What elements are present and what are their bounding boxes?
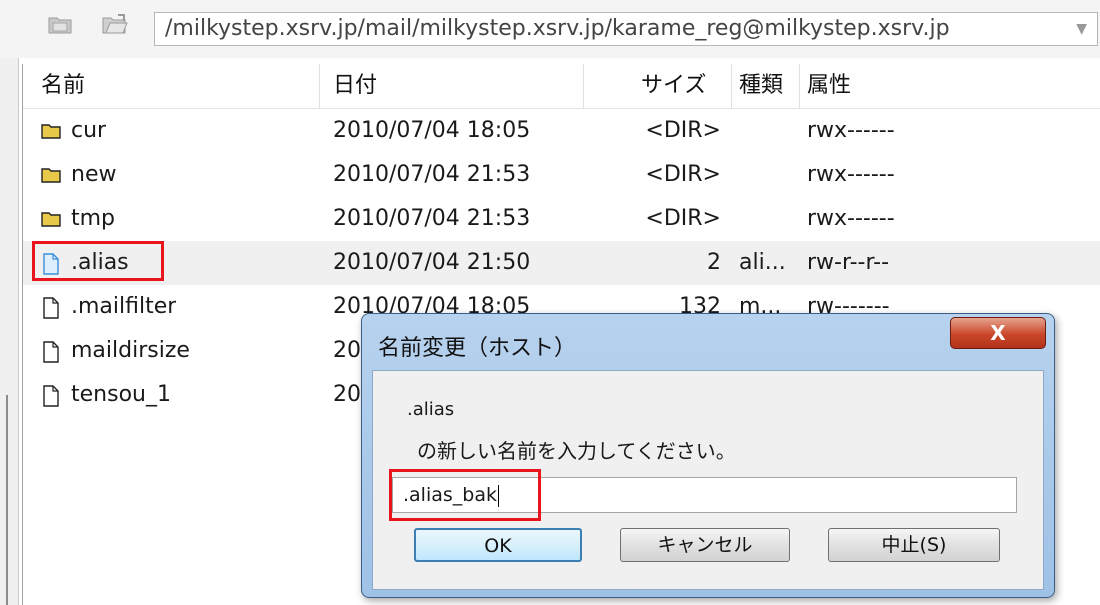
file-type [739,153,795,197]
ok-button[interactable]: OK [414,528,582,562]
file-type [739,109,795,153]
folder-icon [41,165,61,185]
folder-icon [41,209,61,229]
file-attr: rwx------ [807,118,895,143]
column-divider[interactable] [799,64,800,108]
file-icon [41,341,61,363]
left-pane-edge [0,0,19,605]
file-attr: rwx------ [807,162,895,187]
column-header-type[interactable]: 種類 [739,64,783,108]
rename-dialog: 名前変更（ホスト） X .alias の新しい名前を入力してください。 .ali… [361,313,1055,598]
highlight-box [32,241,164,281]
file-name: tensou_1 [71,382,171,407]
file-date: 2010/07/04 21:50 [333,250,531,275]
file-type: ali... [739,250,786,275]
file-size: <DIR> [645,118,721,143]
column-header-name[interactable]: 名前 [41,64,85,108]
file-icon [41,297,61,319]
cancel-button[interactable]: キャンセル [620,528,790,562]
file-name: maildirsize [71,338,190,363]
highlight-box [389,469,541,521]
file-name: tmp [71,206,116,231]
folder-icon [41,121,61,141]
close-button[interactable]: X [950,317,1046,349]
file-date: 20 [333,338,361,363]
path-input[interactable]: /milkystep.xsrv.jp/mail/milkystep.xsrv.j… [154,12,1098,46]
file-name: new [71,162,117,187]
file-row[interactable]: tmp 2010/07/04 21:53 <DIR> rwx------ [23,197,1100,241]
chevron-down-icon[interactable]: ▼ [1076,13,1087,45]
current-filename: .alias [407,399,455,420]
file-row-selected[interactable]: .alias 2010/07/04 21:50 2 ali... rw-r--r… [23,241,1100,285]
file-size: <DIR> [645,162,721,187]
column-divider[interactable] [583,64,584,108]
file-row[interactable]: new 2010/07/04 21:53 <DIR> rwx------ [23,153,1100,197]
file-name: cur [71,118,107,143]
file-date: 2010/07/04 18:05 [333,118,531,143]
file-name: .mailfilter [71,294,177,319]
file-date: 2010/07/04 21:53 [333,162,531,187]
column-header-size[interactable]: サイズ [641,64,706,108]
file-row[interactable]: cur 2010/07/04 18:05 <DIR> rwx------ [23,109,1100,153]
list-header: 名前 日付 サイズ 種類 属性 [23,64,1100,109]
file-attr: rw-r--r-- [807,250,890,275]
file-attr: rwx------ [807,206,895,231]
column-divider[interactable] [731,64,732,108]
file-date: 20 [333,382,361,407]
abort-button[interactable]: 中止(S) [828,528,1000,562]
column-divider[interactable] [319,64,320,108]
file-icon [41,385,61,407]
left-pane-scroll-edge [6,395,8,605]
file-date: 2010/07/04 21:53 [333,206,531,231]
folder-open-icon[interactable] [102,13,128,35]
column-header-date[interactable]: 日付 [333,64,377,108]
column-header-attr[interactable]: 属性 [807,64,851,108]
dialog-title: 名前変更（ホスト） [378,336,577,361]
folder-up-icon[interactable] [48,13,72,35]
file-size: <DIR> [645,206,721,231]
file-type [739,197,795,241]
path-text: /milkystep.xsrv.jp/mail/milkystep.xsrv.j… [165,16,950,41]
rename-prompt: の新しい名前を入力してください。 [417,439,736,463]
file-size: 2 [707,250,721,275]
path-toolbar: /milkystep.xsrv.jp/mail/milkystep.xsrv.j… [0,0,1100,58]
